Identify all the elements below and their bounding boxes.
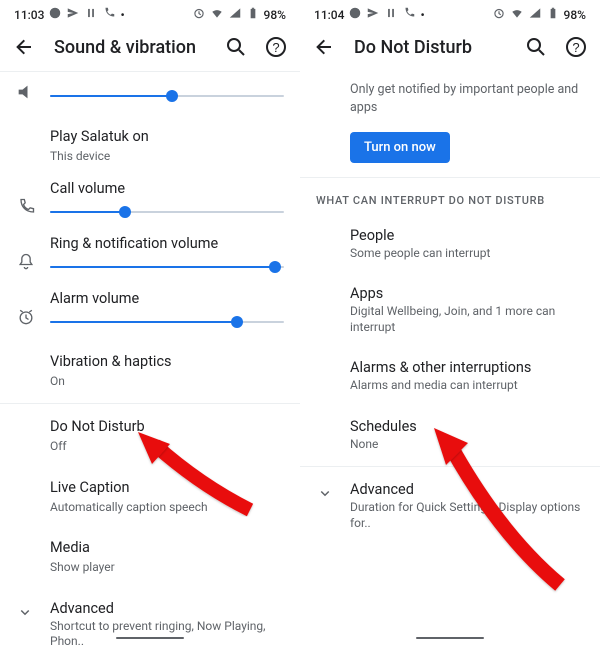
search-button[interactable]	[224, 35, 248, 59]
status-bar: 11:04 • 98%	[300, 0, 600, 27]
content: Play Salatuk on This device Call volume …	[0, 72, 300, 662]
alarms-item[interactable]: Alarms & other interruptions Alarms and …	[300, 347, 600, 405]
schedules-sub: None	[350, 437, 584, 453]
wifi-icon	[210, 6, 224, 23]
advanced-item[interactable]: Advanced Shortcut to prevent ringing, No…	[0, 588, 300, 662]
phone-icon	[402, 6, 416, 23]
help-button[interactable]: ?	[564, 35, 588, 59]
chevron-down-icon	[316, 484, 334, 506]
status-time: 11:04	[314, 8, 344, 22]
status-battery: 98%	[564, 8, 586, 22]
media-sub: Show player	[50, 560, 284, 576]
schedules-item[interactable]: Schedules None	[300, 406, 600, 464]
separator	[300, 466, 600, 467]
svg-text:?: ?	[572, 40, 579, 55]
apps-item[interactable]: Apps Digital Wellbeing, Join, and 1 more…	[300, 273, 600, 347]
battery-icon	[246, 6, 260, 23]
status-battery: 98%	[264, 8, 286, 22]
advanced-label: Advanced	[350, 481, 584, 500]
schedules-label: Schedules	[350, 418, 584, 437]
alarm-volume-label: Alarm volume	[50, 290, 284, 309]
separator	[300, 177, 600, 178]
dnd-label: Do Not Disturb	[50, 418, 284, 437]
people-item[interactable]: People Some people can interrupt	[300, 215, 600, 273]
live-caption-item[interactable]: Live Caption Automatically caption speec…	[0, 467, 300, 527]
play-on-label: Play Salatuk on	[50, 128, 284, 147]
live-caption-label: Live Caption	[50, 479, 284, 498]
ring-volume-label: Ring & notification volume	[50, 235, 284, 254]
dnd-intro-text: Only get notified by important people an…	[300, 71, 600, 120]
signal-icon	[228, 6, 242, 23]
alarm-volume-row[interactable]: Alarm volume	[0, 286, 300, 341]
screen-sound-vibration: 11:03 • 98% Sound & vibration ?	[0, 0, 300, 645]
app-bar: Sound & vibration ?	[0, 27, 300, 72]
signal-icon	[528, 6, 542, 23]
bell-icon	[16, 252, 36, 276]
wifi-icon	[510, 6, 524, 23]
alarm-status-icon	[192, 6, 206, 23]
page-title: Do Not Disturb	[354, 37, 508, 58]
vibration-sub: On	[50, 374, 284, 390]
page-title: Sound & vibration	[54, 37, 208, 58]
search-button[interactable]	[524, 35, 548, 59]
vibration-item[interactable]: Vibration & haptics On	[0, 341, 300, 401]
dot-icon: •	[120, 8, 124, 22]
advanced-item[interactable]: Advanced Duration for Quick Settings, Di…	[300, 469, 600, 543]
send-icon	[366, 6, 380, 23]
alarms-label: Alarms & other interruptions	[350, 359, 584, 378]
advanced-sub: Duration for Quick Settings, Display opt…	[350, 500, 584, 531]
pause-icon	[384, 6, 398, 23]
advanced-label: Advanced	[50, 600, 284, 619]
dot-icon: •	[420, 8, 424, 22]
vibration-label: Vibration & haptics	[50, 353, 284, 372]
advanced-sub: Shortcut to prevent ringing, Now Playing…	[50, 619, 284, 650]
dnd-item[interactable]: Do Not Disturb Off	[0, 406, 300, 466]
chevron-down-icon	[16, 603, 34, 625]
nav-handle[interactable]	[116, 637, 184, 640]
send-icon	[66, 6, 80, 23]
status-bar: 11:03 • 98%	[0, 0, 300, 27]
media-label: Media	[50, 539, 284, 558]
svg-text:?: ?	[272, 40, 279, 55]
alarm-status-icon	[492, 6, 506, 23]
section-header: WHAT CAN INTERRUPT DO NOT DISTURB	[300, 180, 600, 215]
battery-icon	[546, 6, 560, 23]
alarm-icon	[16, 307, 36, 331]
play-on-sub: This device	[50, 149, 284, 165]
back-button[interactable]	[312, 35, 336, 59]
ring-volume-slider[interactable]	[50, 258, 284, 276]
call-volume-label: Call volume	[50, 180, 284, 199]
turn-on-now-button[interactable]: Turn on now	[350, 132, 450, 163]
alarms-sub: Alarms and media can interrupt	[350, 378, 584, 394]
ring-volume-row[interactable]: Ring & notification volume	[0, 231, 300, 286]
status-time: 11:03	[14, 8, 44, 22]
screen-do-not-disturb: 11:04 • 98% Do Not Disturb ? Only get no…	[300, 0, 600, 645]
back-button[interactable]	[12, 35, 36, 59]
separator	[0, 403, 300, 404]
help-button[interactable]: ?	[264, 35, 288, 59]
dnd-sub: Off	[50, 439, 284, 455]
media-item[interactable]: Media Show player	[0, 527, 300, 587]
play-on-item[interactable]: Play Salatuk on This device	[0, 116, 300, 176]
people-sub: Some people can interrupt	[350, 246, 584, 262]
apps-label: Apps	[350, 285, 584, 304]
pause-icon	[84, 6, 98, 23]
apps-sub: Digital Wellbeing, Join, and 1 more can …	[350, 304, 584, 335]
whatsapp-icon	[48, 6, 62, 23]
whatsapp-icon	[348, 6, 362, 23]
nav-handle[interactable]	[416, 637, 484, 640]
call-volume-row[interactable]: Call volume	[0, 176, 300, 231]
phone-volume-icon	[16, 197, 36, 221]
people-label: People	[350, 227, 584, 246]
alarm-volume-slider[interactable]	[50, 313, 284, 331]
live-caption-sub: Automatically caption speech	[50, 500, 284, 516]
media-volume-row[interactable]	[0, 72, 300, 116]
speaker-icon	[16, 82, 36, 106]
app-bar: Do Not Disturb ?	[300, 27, 600, 71]
phone-icon	[102, 6, 116, 23]
media-volume-slider[interactable]	[50, 87, 284, 105]
call-volume-slider[interactable]	[50, 203, 284, 221]
